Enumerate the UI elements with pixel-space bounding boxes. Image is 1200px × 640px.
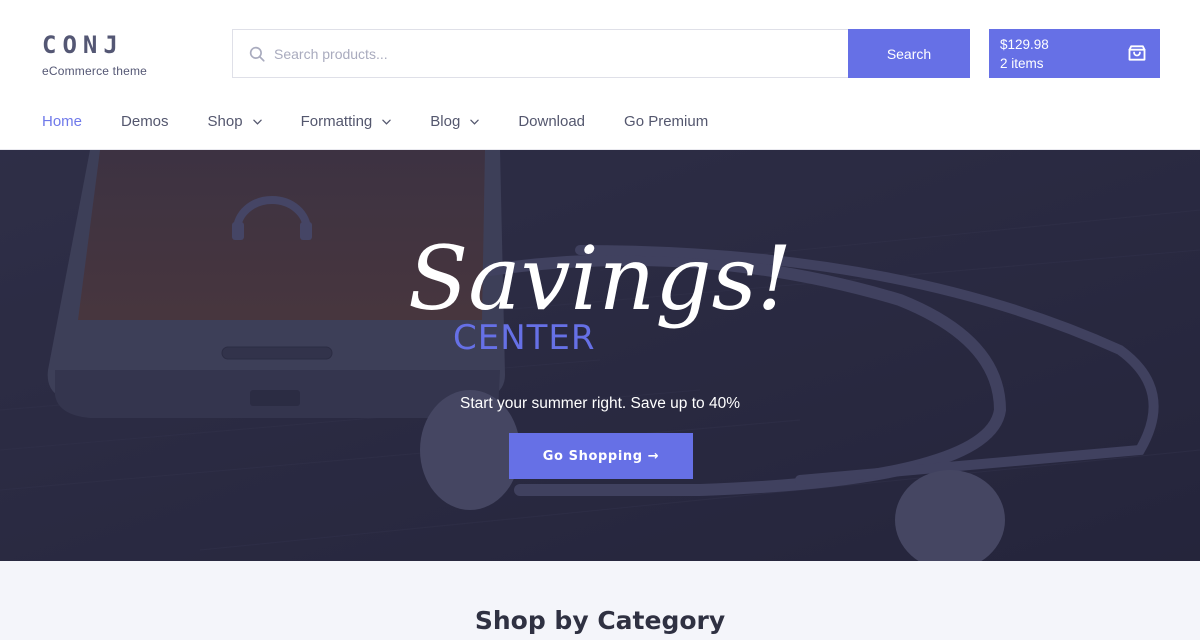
nav-item-home[interactable]: Home: [42, 113, 82, 130]
search-button[interactable]: Search: [848, 29, 970, 78]
nav-item-label: Shop: [207, 113, 243, 130]
nav-item-label: Download: [518, 113, 586, 130]
nav-item-label: Formatting: [300, 113, 373, 130]
main-navigation: Home Demos Shop Formatting Blog Download…: [42, 113, 747, 130]
nav-item-download[interactable]: Download: [518, 113, 585, 130]
site-logo-title[interactable]: CONJ: [42, 30, 147, 60]
section-heading: Shop by Category: [474, 606, 726, 635]
hero-tagline: Start your summer right. Save up to 40%: [460, 395, 740, 412]
nav-item-label: Demos: [121, 113, 169, 130]
nav-item-blog[interactable]: Blog: [430, 113, 480, 130]
nav-item-label: Blog: [430, 113, 461, 130]
cart-button[interactable]: $129.98 2 items: [989, 29, 1160, 78]
shop-by-category-section: Shop by Category: [0, 561, 1200, 640]
nav-item-formatting[interactable]: Formatting: [301, 113, 392, 130]
site-header: CONJ eCommerce theme Search $129.98 2 it…: [0, 0, 1200, 150]
chevron-down-icon: [470, 119, 480, 125]
site-tagline: eCommerce theme: [42, 64, 148, 78]
savings-script-text: Savings!: [408, 227, 792, 330]
hero-banner: Savings! CENTER Start your summer right.…: [0, 150, 1200, 561]
chevron-down-icon: [382, 119, 392, 125]
nav-item-shop[interactable]: Shop: [208, 113, 262, 130]
hero-subtitle-word: CENTER: [453, 318, 596, 358]
search-field-wrapper: [232, 29, 848, 78]
search-input[interactable]: [274, 30, 848, 77]
go-shopping-button[interactable]: Go Shopping →: [509, 433, 693, 479]
product-search-form: Search: [232, 29, 970, 78]
nav-item-demos[interactable]: Demos: [121, 113, 169, 130]
shopping-bag-icon: [1128, 45, 1146, 61]
chevron-down-icon: [252, 119, 262, 125]
site-brand[interactable]: CONJ eCommerce theme: [42, 30, 147, 78]
nav-item-go-premium[interactable]: Go Premium: [624, 113, 708, 130]
search-icon: [249, 46, 265, 62]
nav-item-label: Go Premium: [624, 113, 709, 130]
nav-item-label: Home: [42, 113, 83, 130]
cart-summary: $129.98 2 items: [1000, 35, 1049, 73]
cart-item-count: 2 items: [1000, 55, 1044, 71]
cart-total: $129.98: [1000, 36, 1049, 52]
